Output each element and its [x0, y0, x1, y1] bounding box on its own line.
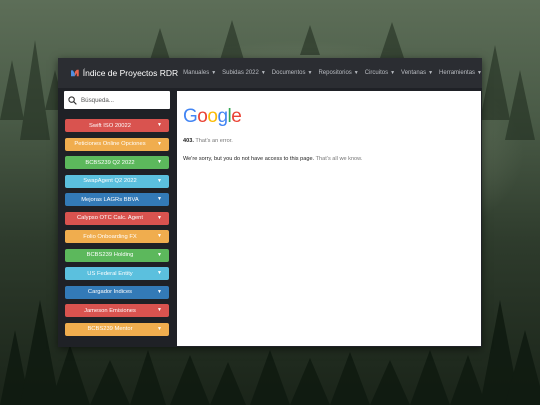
caret-down-icon: ▼: [157, 288, 162, 295]
nav-label: Herramientas: [439, 70, 476, 76]
sidebar-item-swapagent-q2-2022[interactable]: SwapAgent Q2 2022 ▼: [65, 174, 169, 188]
sidebar-item-us-federal-entity[interactable]: US Federal Entity ▼: [65, 267, 169, 280]
caret-down-icon: ▼: [157, 196, 162, 202]
nav-menu-circuitos[interactable]: Circuitos ▼: [365, 70, 395, 76]
caret-down-icon: ▼: [157, 122, 162, 128]
nav-label: Ventanas: [401, 70, 427, 76]
sidebar-item-label: Cargador Indices: [87, 289, 133, 295]
search-input[interactable]: Búsqueda...: [64, 91, 170, 109]
sidebar-item-label: BCBS239 Holding: [86, 252, 134, 258]
caret-down-icon: ▼: [157, 140, 162, 147]
content-frame: Google 403. That’s an error. We're sorry…: [177, 91, 481, 346]
caret-down-icon: ▼: [353, 70, 359, 76]
nav-label: Subidas 2022: [222, 70, 259, 76]
sidebar-item-label: Calypso OTC Calc. Agent: [76, 215, 144, 221]
caret-down-icon: ▼: [307, 70, 313, 76]
caret-down-icon: ▼: [477, 70, 482, 76]
search-placeholder: Búsqueda...: [81, 96, 115, 104]
sidebar-item-bcbs239-holding[interactable]: BCBS239 Holding ▼: [65, 248, 169, 262]
sidebar-item-folio-onboarding-fx[interactable]: Folio Onboarding FX ▼: [65, 230, 169, 243]
sidebar-item-jameson-emisiones[interactable]: Jameson Emisiones ▼: [65, 304, 169, 317]
nav-menu-herramientas[interactable]: Herramientas ▼: [439, 70, 482, 76]
error-message-suffix: That’s all we know.: [315, 156, 363, 162]
error-message: We're sorry, but you do not have access …: [183, 156, 362, 162]
brand-title[interactable]: Índice de Proyectos RDR: [83, 68, 178, 78]
sidebar-item-label: BCBS239 Mentor: [87, 326, 133, 332]
nav-label: Circuitos: [364, 70, 389, 76]
sidebar-item-peticiones-online-opciones[interactable]: Peticiones Online Opciones ▼: [65, 137, 169, 151]
caret-down-icon: ▼: [157, 307, 162, 313]
caret-down-icon: ▼: [260, 70, 266, 76]
sidebar-item-mejoras-lagrs-bbva[interactable]: Mejoras LAGRs BBVA ▼: [65, 193, 169, 206]
caret-down-icon: ▼: [157, 251, 162, 258]
nav-menu-manuales[interactable]: Manuales ▼: [183, 70, 216, 76]
nav-label: Repositorios: [318, 70, 352, 76]
nav-menu-ventanas[interactable]: Ventanas ▼: [401, 70, 433, 76]
sidebar-item-bcbs239-mentor[interactable]: BCBS239 Mentor ▼: [65, 322, 169, 336]
sidebar-item-calypso-otc-calc-agent[interactable]: Calypso OTC Calc. Agent ▼: [65, 211, 169, 225]
caret-down-icon: ▼: [390, 70, 396, 76]
sidebar: Búsqueda... Swift ISO 20022 ▼ Peticiones …: [64, 91, 171, 343]
caret-down-icon: ▼: [157, 325, 162, 332]
project-menu: Swift ISO 20022 ▼ Peticiones Online Opcio…: [64, 119, 171, 336]
sidebar-item-label: US Federal Entity: [87, 270, 133, 277]
top-navbar: Índice de Proyectos RDR Manuales ▼ Subida…: [58, 58, 482, 88]
sidebar-item-label: Folio Onboarding FX: [83, 233, 137, 240]
caret-down-icon: ▼: [157, 214, 162, 221]
caret-down-icon: ▼: [428, 70, 434, 76]
sidebar-item-label: Peticiones Online Opciones: [74, 141, 146, 147]
nav-menu-repositorios[interactable]: Repositorios ▼: [318, 70, 358, 76]
sidebar-item-swift-iso-20022[interactable]: Swift ISO 20022 ▼: [65, 119, 169, 132]
app-window: Índice de Proyectos RDR Manuales ▼ Subida…: [58, 58, 482, 347]
sidebar-item-label: Swift ISO 20022: [89, 122, 131, 129]
caret-down-icon: ▼: [157, 233, 162, 239]
sidebar-item-cargador-indices[interactable]: Cargador Indices ▼: [65, 285, 169, 299]
error-code: 403.: [183, 138, 194, 144]
caret-down-icon: ▼: [157, 159, 162, 165]
nav-menu-documentos[interactable]: Documentos ▼: [272, 70, 313, 76]
brand-logo-icon[interactable]: [71, 67, 79, 79]
google-logo: Google: [183, 106, 242, 127]
nav-menu-subidas-2022[interactable]: Subidas 2022 ▼: [222, 70, 266, 76]
sidebar-item-label: BCBS239 Q2 2022: [85, 159, 135, 166]
error-message-text: We're sorry, but you do not have access …: [183, 156, 315, 162]
caret-down-icon: ▼: [157, 177, 162, 184]
sidebar-item-label: Mejoras LAGRs BBVA: [81, 196, 139, 203]
sidebar-item-label: Jameson Emisiones: [84, 307, 136, 314]
nav-label: Manuales: [183, 70, 210, 76]
nav-label: Documentos: [271, 70, 306, 76]
sidebar-item-label: SwapAgent Q2 2022: [83, 178, 137, 184]
caret-down-icon: ▼: [157, 270, 162, 276]
caret-down-icon: ▼: [211, 70, 217, 76]
search-icon: [68, 95, 77, 105]
error-label: That’s an error.: [195, 138, 233, 144]
error-heading: 403. That’s an error.: [183, 138, 233, 144]
sidebar-item-bcbs239-q2-2022[interactable]: BCBS239 Q2 2022 ▼: [65, 156, 169, 169]
